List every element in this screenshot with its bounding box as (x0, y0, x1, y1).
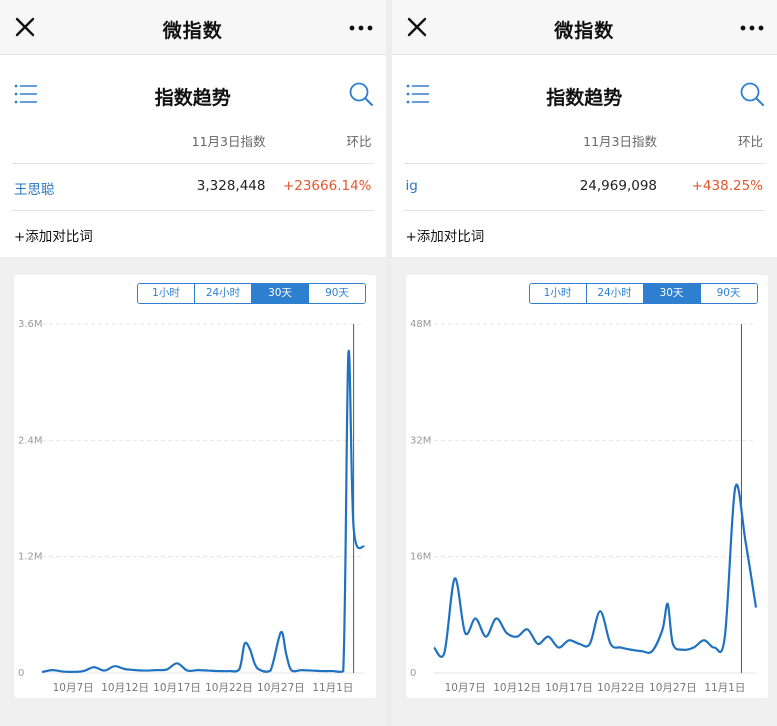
app-title: 微指数 (162, 20, 223, 42)
index-column-label: 11月3日指数 (191, 134, 266, 149)
right-phone-panel: 微指数 指数趋势 11月3日指数 环比 ig 24,969,098 +438.2… (391, 0, 777, 726)
section-header: 指数趋势 (392, 55, 777, 131)
search-icon[interactable] (739, 81, 765, 107)
x-tick-label: 10月22日 (205, 682, 253, 694)
x-tick-label: 10月27日 (257, 682, 305, 694)
more-icon[interactable] (739, 18, 765, 38)
column-header: 11月3日指数 环比 (392, 131, 777, 163)
y-tick-label: 2.4M (18, 435, 43, 446)
add-compare-button[interactable]: +添加对比词 (0, 211, 386, 257)
search-icon[interactable] (348, 81, 374, 107)
x-tick-label: 10月7日 (444, 682, 485, 694)
trend-line-series (41, 349, 365, 674)
column-header: 11月3日指数 环比 (0, 131, 386, 163)
x-tick-label: 10月12日 (493, 682, 541, 694)
x-tick-label: 10月22日 (597, 682, 645, 694)
index-summary-card: 指数趋势 11月3日指数 环比 ig 24,969,098 +438.25% +… (391, 55, 777, 257)
trend-chart: 0 16M 32M 48M 10月7日 10月12日 10月17日 10月22日 10月27日 1… (410, 319, 757, 694)
y-tick-label: 48M (410, 319, 431, 330)
tab-1[interactable]: 24小时 (195, 284, 252, 303)
index-value: 24,969,098 (579, 178, 657, 194)
time-range-tabs: 1小时 24小时 30天 90天 (137, 283, 366, 304)
change-value: +438.25% (691, 178, 763, 194)
keyword-label[interactable]: 王思聪 (14, 178, 55, 198)
app-header: 微指数 (0, 0, 386, 55)
trend-chart-card: 0 16M 32M 48M 10月7日 10月12日 10月17日 10月22日 10月27日 1… (405, 275, 768, 698)
time-range-tabs: 1小时 24小时 30天 90天 (528, 283, 758, 304)
index-summary-card: 指数趋势 11月3日指数 环比 王思聪 3,328,448 +23666.14%… (0, 55, 386, 257)
add-compare-button[interactable]: +添加对比词 (392, 211, 777, 257)
add-compare-label: +添加对比词 (14, 229, 93, 245)
screenshot: 微指数 指数趋势 11月3日指数 环比 王思聪 3,328,448 +23666… (0, 0, 777, 726)
index-column-label: 11月3日指数 (583, 134, 657, 149)
tab-2[interactable]: 30天 (252, 284, 309, 303)
y-tick-label: 0 (410, 668, 416, 679)
x-tick-label: 11月1日 (312, 682, 353, 694)
y-tick-label: 0 (18, 668, 24, 679)
x-tick-label: 10月27日 (649, 682, 697, 694)
trend-chart: 0 1.2M 2.4M 3.6M 10月7日 10月12日 10月17日 10月22日 10月2… (18, 319, 365, 694)
keyword-row[interactable]: ig 24,969,098 +438.25% (392, 164, 777, 210)
section-title: 指数趋势 (546, 87, 623, 109)
y-tick-label: 3.6M (18, 319, 43, 330)
app-header: 微指数 (391, 0, 777, 55)
x-tick-label: 10月17日 (545, 682, 593, 694)
section-title: 指数趋势 (154, 87, 231, 109)
index-value: 3,328,448 (196, 178, 266, 194)
more-icon[interactable] (348, 18, 374, 38)
app-title: 微指数 (554, 20, 615, 42)
trend-line-series (432, 483, 757, 658)
keyword-row[interactable]: 王思聪 3,328,448 +23666.14% (0, 164, 386, 210)
add-compare-label: +添加对比词 (405, 229, 485, 245)
tab-3[interactable]: 90天 (700, 284, 757, 303)
y-tick-label: 1.2M (18, 552, 43, 563)
section-header: 指数趋势 (0, 55, 386, 131)
tab-0[interactable]: 1小时 (529, 284, 587, 303)
tab-2[interactable]: 30天 (643, 284, 701, 303)
change-value: +23666.14% (282, 178, 372, 194)
x-tick-label: 10月7日 (53, 682, 94, 694)
change-column-label: 环比 (346, 134, 372, 149)
y-tick-label: 32M (410, 435, 431, 446)
tab-3[interactable]: 90天 (309, 284, 365, 303)
change-column-label: 环比 (737, 134, 763, 149)
x-tick-label: 10月12日 (101, 682, 149, 694)
tab-1[interactable]: 24小时 (586, 284, 644, 303)
y-tick-label: 16M (410, 552, 431, 563)
tab-0[interactable]: 1小时 (138, 284, 195, 303)
x-tick-label: 10月17日 (153, 682, 201, 694)
keyword-label[interactable]: ig (406, 178, 418, 194)
left-phone-panel: 微指数 指数趋势 11月3日指数 环比 王思聪 3,328,448 +23666… (0, 0, 386, 726)
trend-chart-card: 0 1.2M 2.4M 3.6M 10月7日 10月12日 10月17日 10月22日 10月2… (14, 275, 376, 698)
x-tick-label: 11月1日 (704, 682, 745, 694)
